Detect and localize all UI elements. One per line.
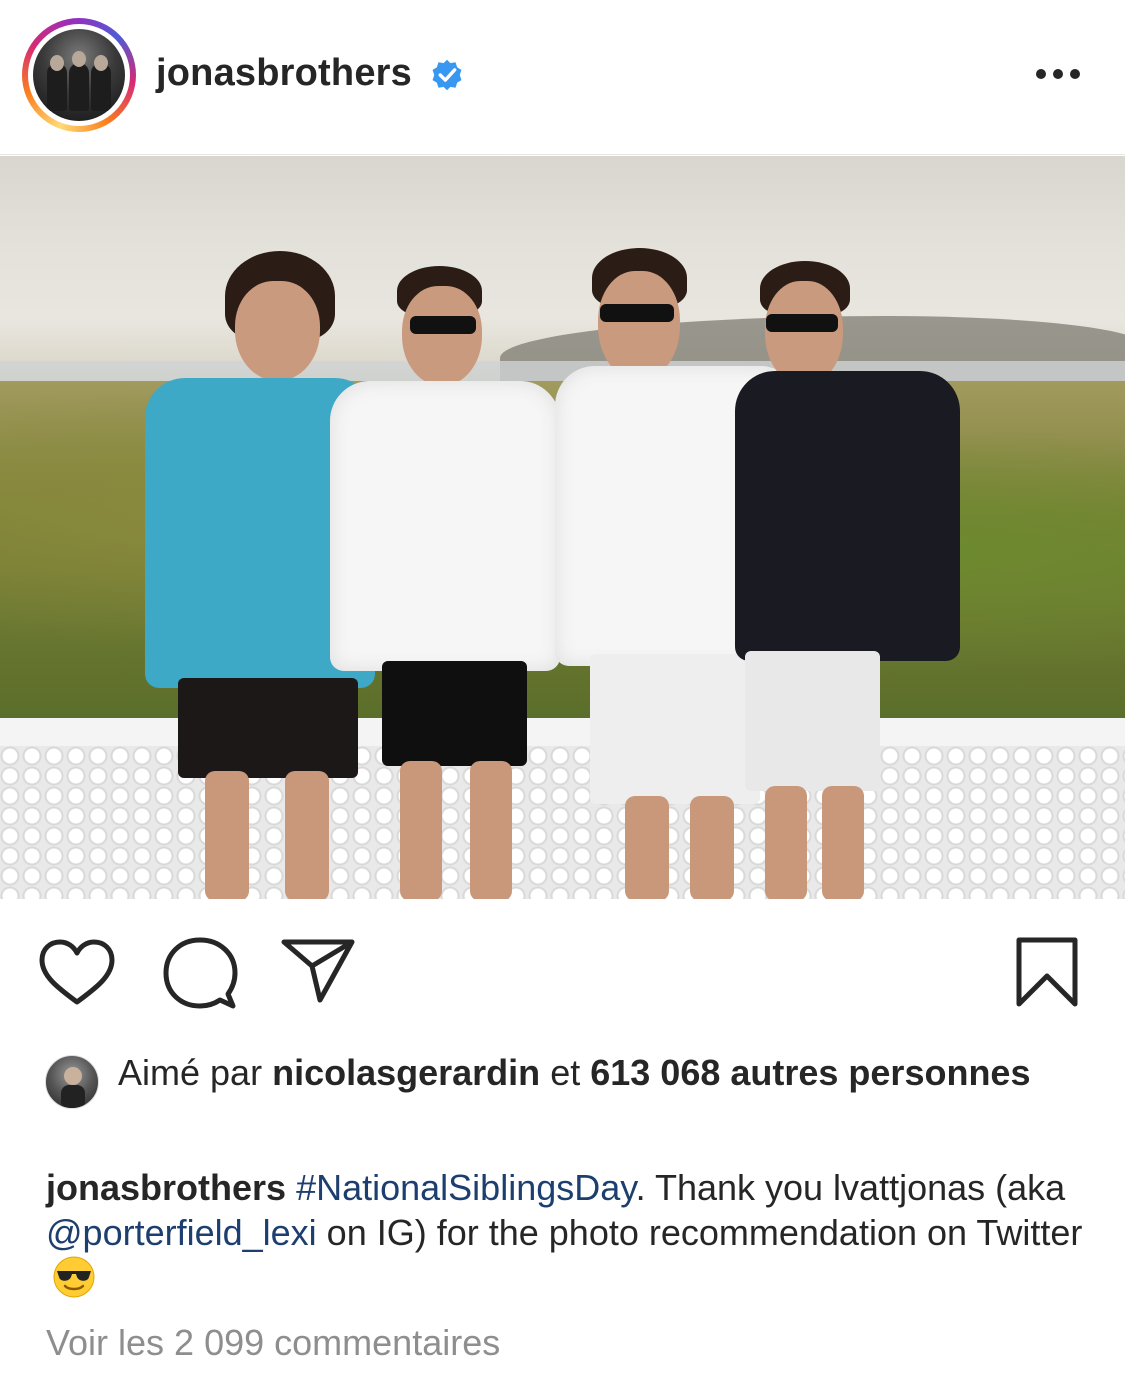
likes-text: Aimé par nicolasgerardin et 613 068 autr… [118, 1050, 1078, 1096]
sunglasses-emoji [53, 1256, 95, 1298]
bookmark-icon[interactable] [1014, 936, 1080, 1008]
view-comments-link[interactable]: Voir les 2 099 commentaires [46, 1320, 500, 1366]
liker-username[interactable]: nicolasgerardin [272, 1052, 540, 1093]
likes-prefix: Aimé par [118, 1052, 263, 1093]
avatar-image [33, 29, 125, 121]
liker-avatar[interactable] [45, 1055, 99, 1109]
post-photo[interactable] [0, 156, 1125, 899]
verified-icon [432, 59, 462, 91]
post-caption: jonasbrothers #NationalSiblingsDay. Than… [46, 1165, 1086, 1301]
profile-avatar[interactable] [22, 18, 136, 132]
likes-middle: et [550, 1052, 581, 1093]
likes-count[interactable]: 613 068 autres personnes [590, 1052, 1030, 1093]
caption-text-2: on IG) for the photo recommendation on T… [316, 1212, 1083, 1253]
comment-icon[interactable] [162, 936, 238, 1010]
post-username[interactable]: jonasbrothers [156, 52, 412, 95]
heart-icon[interactable] [38, 938, 116, 1008]
more-icon[interactable] [1030, 62, 1086, 86]
post-actions [0, 900, 1125, 1050]
caption-text-1: . Thank you lvattjonas (aka [635, 1167, 1066, 1208]
post-header: jonasbrothers [0, 0, 1125, 155]
caption-username[interactable]: jonasbrothers [46, 1167, 286, 1208]
caption-hashtag[interactable]: #NationalSiblingsDay [296, 1167, 636, 1208]
share-icon[interactable] [280, 936, 356, 1004]
liker-avatar-image [61, 1067, 85, 1108]
caption-mention[interactable]: @porterfield_lexi [46, 1212, 317, 1253]
